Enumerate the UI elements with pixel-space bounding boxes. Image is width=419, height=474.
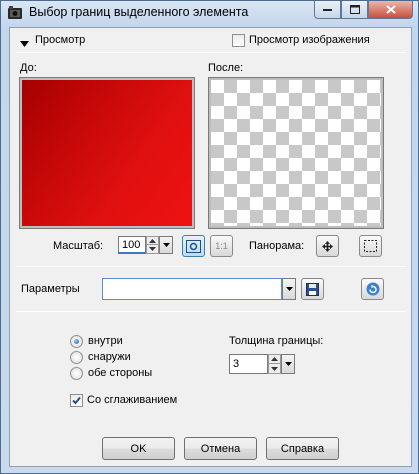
fit-view-icon [186, 239, 201, 253]
minimize-button[interactable] [314, 1, 341, 19]
reset-preset-button[interactable] [361, 278, 384, 300]
before-preview-frame [19, 77, 195, 229]
reset-arrow-icon [366, 282, 379, 296]
select-area-button[interactable] [359, 235, 382, 257]
maximize-icon [349, 5, 360, 14]
zoom-label: Масштаб: [53, 240, 104, 252]
border-width-dropdown-button[interactable] [281, 354, 295, 374]
separator [16, 52, 406, 53]
after-label: После: [208, 62, 244, 74]
title-bar[interactable]: Выбор границ выделенного элемента [1, 1, 418, 25]
radio-both-sides-label: обе стороны [88, 367, 153, 379]
cancel-button[interactable]: Отмена [184, 437, 257, 460]
antialias-checkbox[interactable] [70, 394, 83, 407]
collapse-triangle-icon[interactable] [20, 38, 29, 47]
close-button[interactable] [368, 1, 413, 19]
radio-outside[interactable] [70, 351, 83, 364]
separator [16, 311, 406, 312]
dialog-window: Выбор границ выделенного элемента Просмо… [0, 0, 419, 474]
preview-toggle-label[interactable]: Просмотр [35, 34, 85, 46]
dropdown-arrow-icon [162, 243, 170, 247]
zoom-to-fit-button[interactable] [182, 235, 205, 257]
spin-down-icon[interactable] [147, 245, 158, 253]
presets-label: Параметры [21, 283, 80, 295]
border-width-input[interactable]: 3 [229, 354, 268, 374]
before-label: До: [20, 62, 37, 74]
dialog-client-area: Просмотр Просмотр изображения До: После:… [9, 27, 412, 467]
show-image-checkbox[interactable] [232, 34, 245, 47]
dropdown-arrow-icon [284, 362, 292, 366]
ok-button[interactable]: OK [102, 437, 175, 460]
before-preview-image[interactable] [22, 80, 192, 226]
maximize-button[interactable] [341, 1, 368, 19]
separator [16, 266, 406, 267]
zoom-input[interactable]: 100 [118, 236, 146, 254]
window-title: Выбор границ выделенного элемента [29, 5, 249, 19]
radio-inside-label: внутри [88, 335, 123, 347]
border-width-label: Толщина границы: [229, 335, 324, 347]
zoom-spinner[interactable] [146, 236, 159, 254]
help-button[interactable]: Справка [266, 437, 339, 460]
after-preview-frame [208, 77, 384, 229]
app-icon [7, 5, 23, 21]
checkmark-icon [72, 396, 81, 405]
border-width-spinner[interactable] [268, 354, 281, 374]
floppy-disk-icon [306, 282, 319, 296]
pan-button[interactable] [316, 235, 339, 257]
save-preset-button[interactable] [301, 278, 324, 300]
radio-outside-label: снаружи [88, 351, 131, 363]
selection-marquee-icon [364, 240, 377, 252]
radio-inside[interactable] [70, 335, 83, 348]
zoom-dropdown-button[interactable] [159, 236, 173, 254]
spin-down-icon[interactable] [269, 364, 280, 373]
presets-combobox[interactable] [102, 278, 282, 300]
actual-size-button[interactable]: 1:1 [210, 235, 233, 257]
minimize-icon [323, 8, 332, 11]
presets-dropdown-button[interactable] [282, 278, 296, 300]
dropdown-arrow-icon [285, 287, 293, 291]
pan-label: Панорама: [249, 240, 305, 252]
spin-up-icon[interactable] [269, 355, 280, 364]
spin-up-icon[interactable] [147, 237, 158, 245]
move-arrows-icon [322, 240, 333, 252]
radio-both-sides[interactable] [70, 367, 83, 380]
close-icon [385, 5, 396, 14]
show-image-label: Просмотр изображения [249, 34, 370, 46]
after-preview-transparency[interactable] [211, 80, 381, 226]
antialias-label: Со сглаживанием [87, 394, 178, 406]
